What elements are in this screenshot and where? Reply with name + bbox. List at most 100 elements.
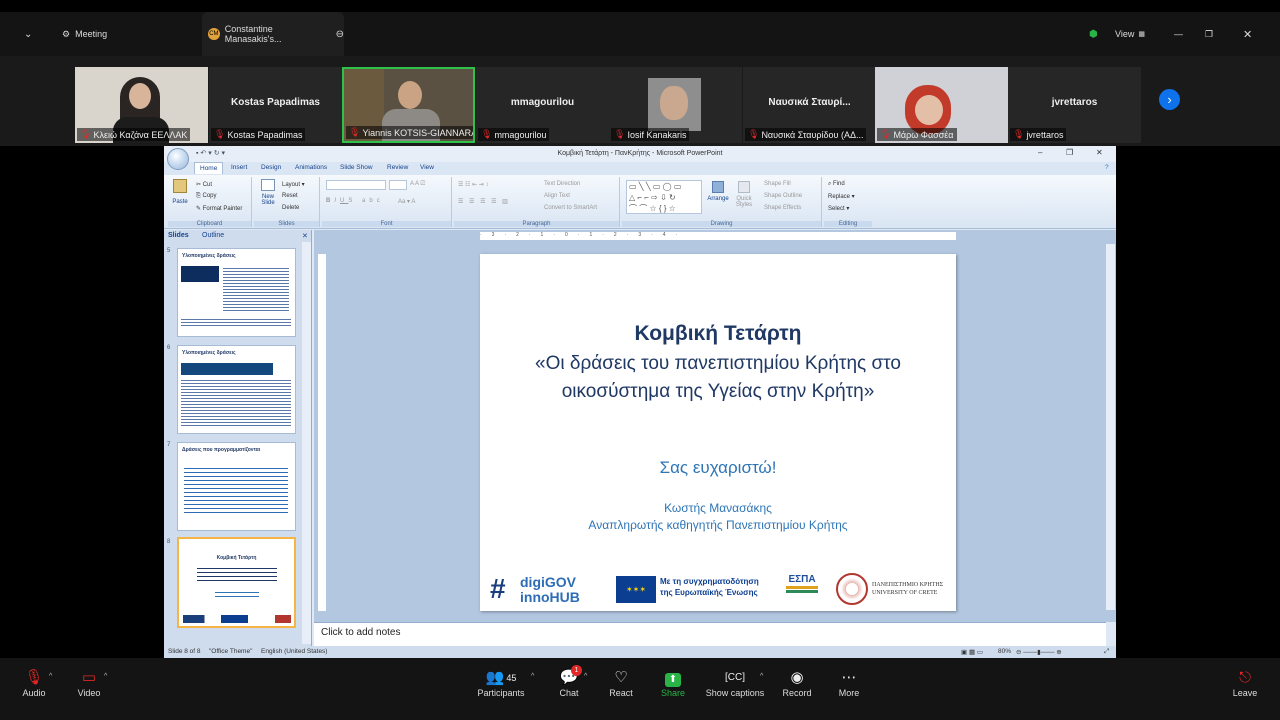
tab-review[interactable]: Review (387, 164, 408, 171)
zoom-title-bar: ⌄ ⚙ Meeting CM Constantine Manasakis's..… (0, 12, 1280, 56)
tab-outline[interactable]: Outline (202, 232, 224, 239)
font-name-select[interactable] (326, 180, 386, 190)
font-color-icon[interactable]: Aa ▾ A (398, 198, 415, 205)
restore-icon[interactable]: ❐ (1066, 148, 1073, 157)
convert-smartart-button[interactable]: Convert to SmartArt (544, 205, 597, 211)
select-button[interactable]: Select ▾ (828, 205, 849, 212)
avatar (648, 78, 701, 131)
slide-number: 8 (167, 539, 171, 545)
minimize-icon[interactable]: — (1174, 12, 1183, 56)
align-text-button[interactable]: Align Text (544, 193, 570, 199)
window-close-icon[interactable]: ✕ (1243, 12, 1252, 56)
text-direction-button[interactable]: Text Direction (544, 181, 580, 187)
captions-button[interactable]: [CC] Show captions (703, 668, 767, 698)
slide-canvas[interactable]: Κομβική Τετάρτη «Οι δράσεις του πανεπιστ… (480, 254, 956, 611)
status-bar: Slide 8 of 8 "Office Theme" English (Uni… (164, 646, 1116, 658)
office-button[interactable] (167, 148, 189, 170)
grid-icon: ▦ (1138, 31, 1145, 38)
tab-share-screen[interactable]: CM Constantine Manasakis's... ⊖ (202, 12, 344, 56)
video-options-caret[interactable]: ^ (104, 673, 107, 680)
align-icons[interactable]: ☰ ☰ ☰ ☰ ▥ (458, 198, 510, 205)
participant-tile[interactable]: 🎙 Μάρω Φασσέα (875, 67, 1008, 143)
thumbnail-title: Κομβική Τετάρτη (216, 555, 257, 561)
find-button[interactable]: ⌕ Find (828, 181, 845, 188)
participants-options-caret[interactable]: ^ (531, 673, 534, 680)
slides-group: New Slide Layout ▾ Reset Delete Slides (254, 177, 320, 227)
mic-muted-icon: 🎙 (880, 129, 892, 139)
format-painter-button[interactable]: ✎ Format Painter (196, 205, 242, 212)
new-slide-icon (261, 179, 275, 191)
shape-fill-button[interactable]: Shape Fill (764, 181, 791, 187)
participant-tile[interactable]: Ναυσικά Σταυρί... 🎙 Ναυσικά Σταυρίδου (ΑΔ… (743, 67, 876, 143)
chat-options-caret[interactable]: ^ (584, 673, 587, 680)
chevron-down-icon[interactable]: ⌄ (24, 12, 32, 56)
participant-tile[interactable]: 🎙 Iosif Kanakaris (609, 67, 742, 143)
audio-button[interactable]: 🎙 Audio (6, 668, 62, 698)
chat-button[interactable]: 💬 1 Chat (541, 665, 597, 698)
help-icon[interactable]: ? (1105, 164, 1109, 171)
panel-scrollbar[interactable] (302, 242, 311, 644)
view-buttons[interactable]: ▣ ▦ ▭ (961, 648, 983, 656)
audio-options-caret[interactable]: ^ (49, 673, 52, 680)
participants-button[interactable]: 👥 45 Participants (473, 668, 529, 698)
microphone-muted-icon: 🎙 (24, 669, 44, 686)
replace-button[interactable]: Replace ▾ (828, 193, 855, 200)
tab-slide-show[interactable]: Slide Show (340, 164, 373, 171)
tab-animations[interactable]: Animations (295, 164, 327, 171)
slide-thumbnail[interactable]: Υλοποιημένες δράσεις (177, 248, 296, 337)
close-icon[interactable]: ⊖ (336, 29, 344, 40)
share-button[interactable]: ⬆ Share (645, 668, 701, 698)
participant-tile-active-speaker[interactable]: 🎙 Yiannis KOTSIS-GIANNARA... (342, 67, 475, 143)
copy-button[interactable]: ⎘ Copy (196, 193, 217, 200)
close-icon[interactable]: ✕ (302, 232, 308, 240)
paste-button[interactable]: Paste (171, 179, 189, 205)
cut-button[interactable]: ✂ Cut (196, 181, 212, 188)
tab-view[interactable]: View (420, 164, 434, 171)
delete-button[interactable]: Delete (282, 205, 299, 211)
slide-number: 6 (167, 345, 171, 351)
participant-tile[interactable]: mmagourilou 🎙 mmagourilou (476, 67, 609, 143)
tab-slides[interactable]: Slides (168, 232, 189, 239)
quick-styles-button[interactable]: Quick Styles (732, 181, 756, 208)
layout-button[interactable]: Layout ▾ (282, 181, 305, 188)
arrange-button[interactable]: Arrange (706, 181, 730, 202)
list-icons[interactable]: ☰ ☷ ⇤ ⇥ ↕ (458, 181, 488, 188)
zoom-slider[interactable]: ⊖ ───▮─── ⊕ (1016, 648, 1062, 656)
shapes-gallery[interactable]: ▭ ╲ ╲ ▭ ◯ ▭ △ ⌐ ⌐ ⇨ ⇩ ↻ ⌒ ⌒ ☆ { } ☆ (626, 180, 702, 214)
next-page-button[interactable]: › (1159, 89, 1180, 110)
tab-home[interactable]: Home (194, 162, 224, 174)
new-slide-button[interactable]: New Slide (257, 179, 279, 206)
restore-icon[interactable]: ❐ (1205, 12, 1213, 56)
slide-thumbnail-selected[interactable]: Κομβική Τετάρτη (177, 537, 296, 628)
more-button[interactable]: ⋯ More (821, 668, 877, 698)
language[interactable]: English (United States) (261, 648, 327, 655)
video-button[interactable]: ▭ Video (61, 668, 117, 698)
record-button[interactable]: ◉ Record (769, 668, 825, 698)
slide-thumbnail[interactable]: Υλοποιημένες δράσεις (177, 345, 296, 434)
reset-button[interactable]: Reset (282, 193, 298, 199)
close-icon[interactable]: ✕ (1096, 148, 1103, 157)
fit-window-icon[interactable]: ⤢ (1104, 648, 1109, 656)
react-button[interactable]: ♡ React (593, 668, 649, 698)
shape-outline-button[interactable]: Shape Outline (764, 193, 802, 199)
minimize-icon[interactable]: – (1038, 148, 1042, 157)
view-button[interactable]: View ▦ (1115, 12, 1145, 56)
notes-pane[interactable]: Click to add notes (314, 622, 1106, 646)
participant-tile[interactable]: Kostas Papadimas 🎙 Kostas Papadimas (209, 67, 342, 143)
participant-tile[interactable]: 🎙 Κλειώ Καζάνα ΕΕΛΛΑΚ (75, 67, 208, 143)
slide-thumbnail[interactable]: Δράσεις που προγραμματίζονται (177, 442, 296, 531)
tab-insert[interactable]: Insert (231, 164, 247, 171)
grow-font-icon[interactable]: A A ⎚ (410, 181, 425, 188)
leave-button[interactable]: ⎋ Leave (1217, 668, 1273, 698)
thumbnail-logos (183, 615, 291, 623)
shape-effects-button[interactable]: Shape Effects (764, 205, 801, 211)
participant-tile[interactable]: jvrettaros 🎙 jvrettaros (1008, 67, 1141, 143)
captions-options-caret[interactable]: ^ (760, 673, 763, 680)
tab-meeting[interactable]: ⚙ Meeting (62, 12, 107, 56)
tab-design[interactable]: Design (261, 164, 281, 171)
zoom-level[interactable]: 80% (998, 648, 1011, 655)
font-size-select[interactable] (389, 180, 407, 190)
font-format-buttons[interactable]: BIUS abc (326, 198, 384, 204)
vertical-scrollbar[interactable] (1106, 244, 1115, 610)
drawing-group: ▭ ╲ ╲ ▭ ◯ ▭ △ ⌐ ⌐ ⇨ ⇩ ↻ ⌒ ⌒ ☆ { } ☆ Arrang… (622, 177, 822, 227)
